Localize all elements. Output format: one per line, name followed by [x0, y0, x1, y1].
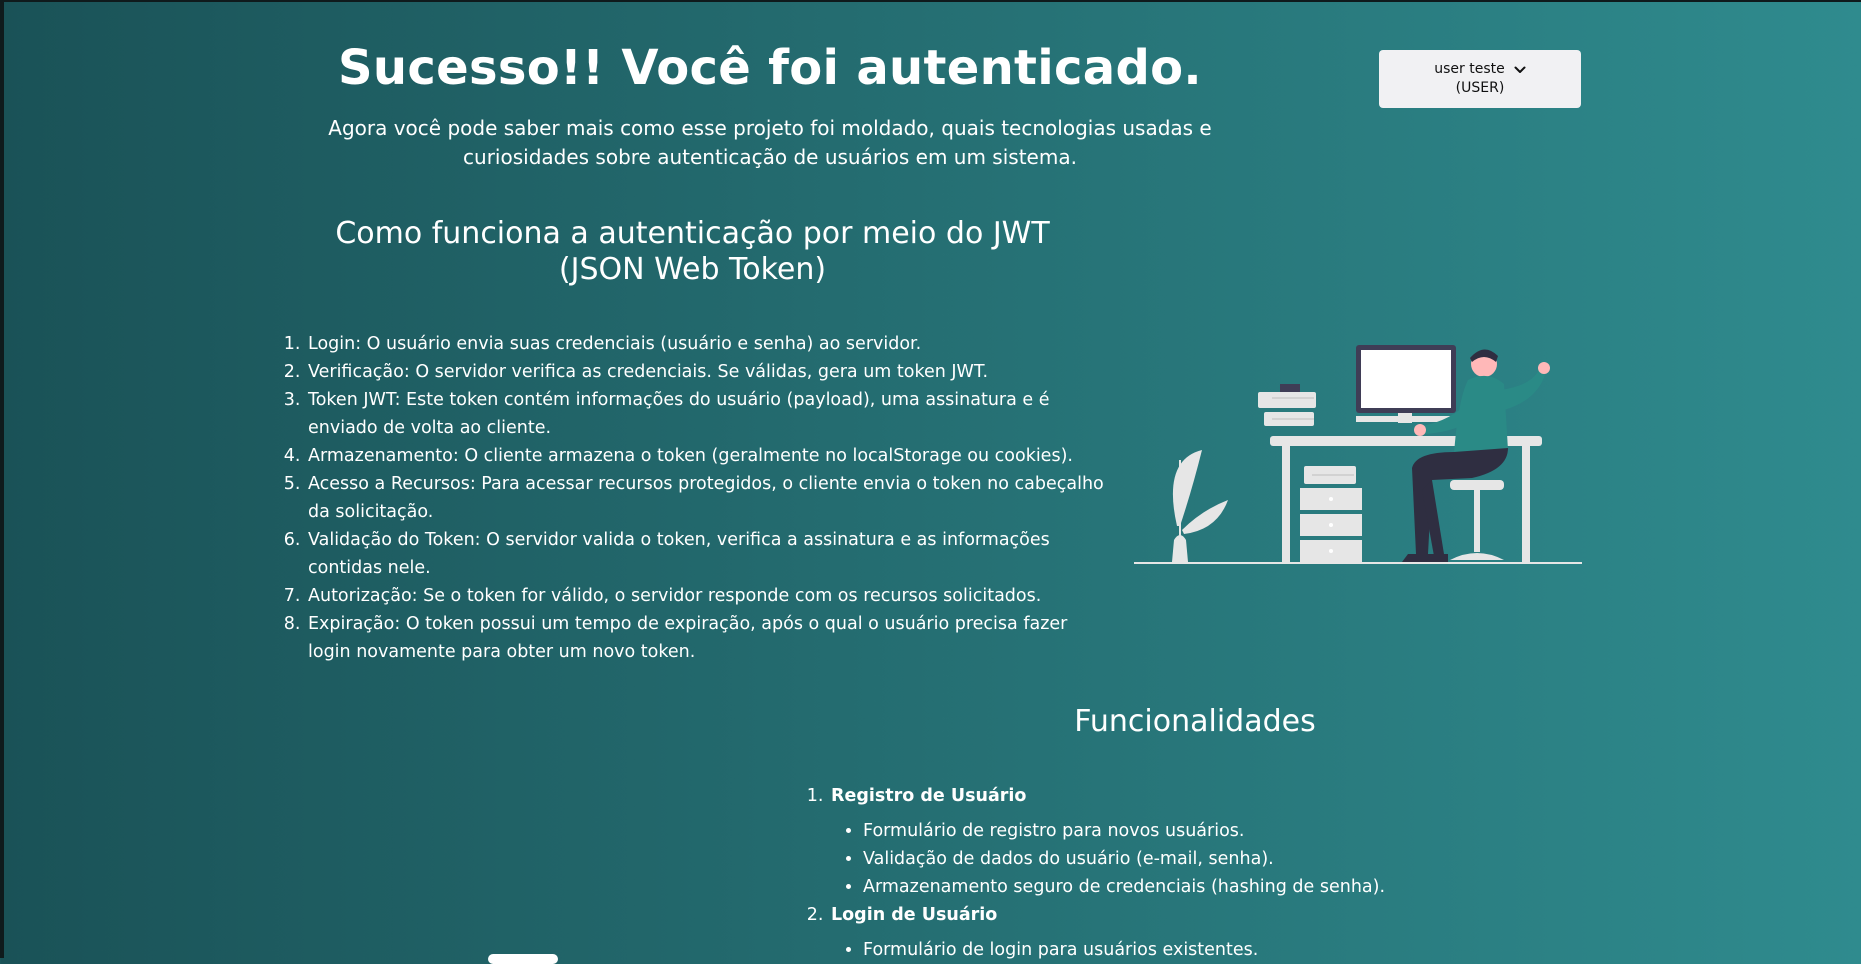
floating-button[interactable]: [488, 954, 558, 964]
page-subtitle: Agora você pode saber mais como esse pro…: [328, 116, 1212, 169]
feature-point: Formulário de login para usuários existe…: [863, 936, 1529, 964]
features-section-title: Funcionalidades: [1074, 704, 1316, 739]
person-at-desk-illustration: [1134, 345, 1582, 564]
feature-item: Login de Usuário Formulário de login par…: [829, 901, 1529, 964]
user-name: user teste: [1434, 61, 1505, 77]
chevron-down-icon: [1514, 66, 1526, 73]
window-top-border: [0, 0, 1861, 2]
page-title: Sucesso!! Você foi autenticado.: [338, 40, 1202, 96]
jwt-step: Token JWT: Este token contém informações…: [306, 386, 1106, 442]
jwt-step: Expiração: O token possui um tempo de ex…: [306, 610, 1106, 666]
feature-point: Formulário de registro para novos usuári…: [863, 817, 1529, 845]
feature-title: Login de Usuário: [831, 905, 998, 925]
feature-point: Validação de dados do usuário (e-mail, s…: [863, 845, 1529, 873]
user-role: (USER): [1455, 80, 1505, 96]
jwt-step: Armazenamento: O cliente armazena o toke…: [306, 442, 1106, 470]
window-left-border: [0, 0, 4, 958]
user-menu-button[interactable]: user teste (USER): [1379, 50, 1581, 108]
feature-item: Registro de Usuário Formulário de regist…: [829, 782, 1529, 901]
jwt-step: Login: O usuário envia suas credenciais …: [306, 330, 1106, 358]
plant-icon: [1172, 450, 1228, 562]
feature-title: Registro de Usuário: [831, 786, 1027, 806]
jwt-step: Acesso a Recursos: Para acessar recursos…: [306, 470, 1106, 526]
jwt-step: Autorização: Se o token for válido, o se…: [306, 582, 1106, 610]
jwt-step: Validação do Token: O servidor valida o …: [306, 526, 1106, 582]
jwt-section-title: Como funciona a autenticação por meio do…: [335, 216, 1050, 287]
feature-points: Formulário de registro para novos usuári…: [831, 817, 1529, 901]
user-menu-name-row: user teste: [1379, 60, 1581, 79]
jwt-steps-list: Login: O usuário envia suas credenciais …: [282, 330, 1106, 666]
feature-point: Armazenamento seguro de credenciais (has…: [863, 873, 1529, 901]
feature-points: Formulário de login para usuários existe…: [831, 936, 1529, 964]
features-list: Registro de Usuário Formulário de regist…: [805, 782, 1529, 964]
jwt-step: Verificação: O servidor verifica as cred…: [306, 358, 1106, 386]
